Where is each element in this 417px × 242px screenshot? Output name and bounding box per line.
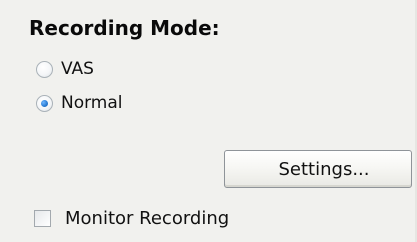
settings-button[interactable]: Settings... [224,150,412,188]
radio-option-normal[interactable]: Normal [36,91,123,115]
radio-vas-label: VAS [61,59,94,79]
recording-mode-title: Recording Mode: [29,16,220,40]
radio-normal-selected-icon[interactable] [36,94,53,112]
radio-normal-label: Normal [61,93,123,113]
radio-option-vas[interactable]: VAS [36,57,94,81]
monitor-recording-checkbox[interactable] [34,209,51,227]
settings-button-label: Settings... [278,158,370,180]
recording-settings-panel: Recording Mode: VAS Normal Settings... M… [0,0,417,242]
monitor-recording-label: Monitor Recording [65,207,230,229]
monitor-recording-option[interactable]: Monitor Recording [34,205,229,231]
radio-vas-icon[interactable] [36,60,53,78]
